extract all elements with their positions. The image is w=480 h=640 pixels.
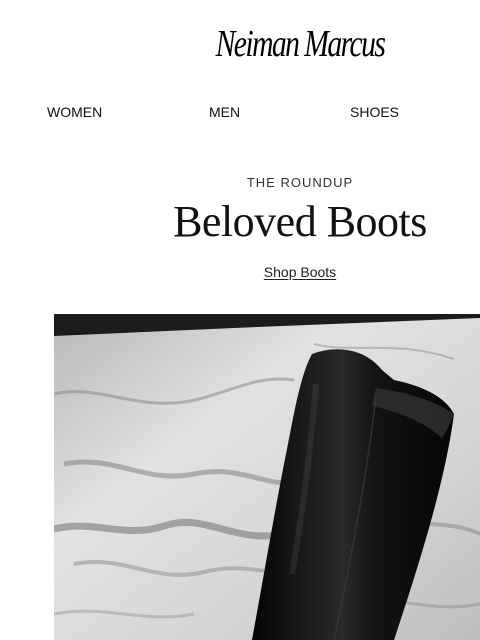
main-nav: WOMEN MEN SHOES (0, 104, 480, 122)
shop-boots-link[interactable]: Shop Boots (200, 264, 400, 280)
section-eyebrow: THE ROUNDUP (246, 175, 354, 190)
hero-image[interactable] (54, 314, 480, 640)
nav-item-women[interactable]: WOMEN (47, 104, 102, 120)
feature-headline: Beloved Boots (173, 197, 427, 246)
nav-item-men[interactable]: MEN (209, 104, 240, 120)
nav-item-shoes[interactable]: SHOES (350, 104, 399, 120)
brand-logo[interactable]: Neiman Marcus (183, 22, 417, 66)
boot-on-marble-illustration (54, 314, 480, 640)
